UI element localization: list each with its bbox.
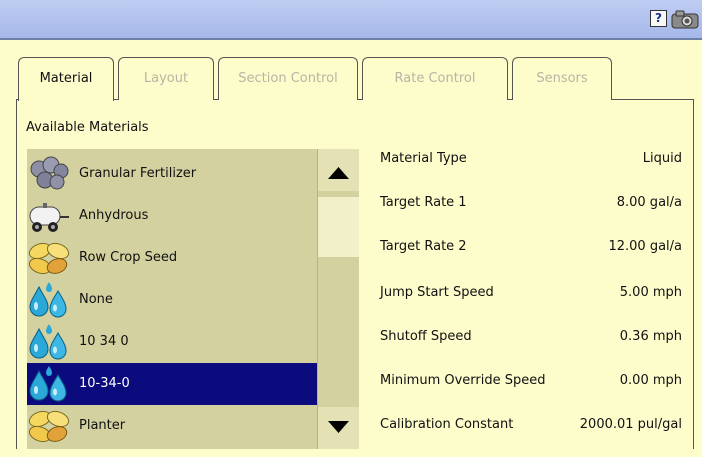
list-item-label: Row Crop Seed <box>79 250 178 265</box>
materials-list[interactable]: Granular Fertilizer Anhydrous Row Crop S… <box>27 149 317 449</box>
triangle-down-icon <box>328 421 349 433</box>
property-label: Target Rate 1 <box>380 195 467 210</box>
scroll-down-button[interactable] <box>318 407 359 449</box>
list-item-label: Anhydrous <box>79 208 149 223</box>
property-target-rate-1: Target Rate 1 8.00 gal/a <box>380 193 682 235</box>
liquid-drops-icon <box>29 324 67 360</box>
property-value: 2000.01 pul/gal <box>579 417 682 432</box>
property-target-rate-2: Target Rate 2 12.00 gal/a <box>380 237 682 279</box>
list-item-label: Granular Fertilizer <box>79 166 197 181</box>
property-minimum-override-speed: Minimum Override Speed 0.00 mph <box>380 371 682 413</box>
scroll-up-button[interactable] <box>318 149 359 191</box>
tab-rate-control[interactable]: Rate Control <box>362 57 508 100</box>
camera-icon[interactable] <box>670 8 700 30</box>
liquid-drops-icon <box>29 282 67 318</box>
title-bar: ? <box>0 0 702 40</box>
available-materials-label: Available Materials <box>26 120 149 135</box>
seed-icon <box>28 242 70 275</box>
tab-layout[interactable]: Layout <box>118 57 214 100</box>
help-icon[interactable]: ? <box>650 10 667 27</box>
list-item-label: Planter <box>79 418 126 433</box>
property-label: Shutoff Speed <box>380 329 472 344</box>
property-value: 0.36 mph <box>619 329 682 344</box>
property-calibration-constant: Calibration Constant 2000.01 pul/gal <box>380 415 682 457</box>
list-item-none[interactable]: None <box>27 279 317 321</box>
property-value: 12.00 gal/a <box>608 239 682 254</box>
property-label: Calibration Constant <box>380 417 514 432</box>
list-item-planter[interactable]: Planter <box>27 405 317 447</box>
property-jump-start-speed: Jump Start Speed 5.00 mph <box>380 283 682 325</box>
triangle-up-icon <box>328 167 349 179</box>
property-label: Minimum Override Speed <box>380 373 546 388</box>
property-label: Material Type <box>380 151 467 166</box>
property-value: 5.00 mph <box>619 285 682 300</box>
tab-sensors[interactable]: Sensors <box>512 57 612 100</box>
property-value: 0.00 mph <box>619 373 682 388</box>
list-item-granular-fertilizer[interactable]: Granular Fertilizer <box>27 153 317 195</box>
seed-icon <box>28 410 70 443</box>
property-label: Target Rate 2 <box>380 239 467 254</box>
list-item-label: 10-34-0 <box>79 376 130 391</box>
property-value: Liquid <box>642 151 682 166</box>
liquid-drops-icon <box>29 366 67 402</box>
property-value: 8.00 gal/a <box>616 195 682 210</box>
property-shutoff-speed: Shutoff Speed 0.36 mph <box>380 327 682 369</box>
list-item-10-34-0[interactable]: 10 34 0 <box>27 321 317 363</box>
granular-fertilizer-icon <box>30 156 69 190</box>
property-label: Jump Start Speed <box>380 285 494 300</box>
materials-scrollbar[interactable] <box>317 149 359 449</box>
list-item-anhydrous[interactable]: Anhydrous <box>27 195 317 237</box>
list-item-label: None <box>79 292 113 307</box>
list-item-label: 10 34 0 <box>79 334 129 349</box>
list-item-row-crop-seed[interactable]: Row Crop Seed <box>27 237 317 279</box>
list-item-10-34-0-selected[interactable]: 10-34-0 <box>27 363 317 405</box>
tab-section-control[interactable]: Section Control <box>218 57 358 100</box>
anhydrous-tank-icon <box>29 203 69 232</box>
tab-material[interactable]: Material <box>18 57 114 101</box>
scroll-thumb[interactable] <box>318 197 359 257</box>
property-material-type: Material Type Liquid <box>380 149 682 191</box>
